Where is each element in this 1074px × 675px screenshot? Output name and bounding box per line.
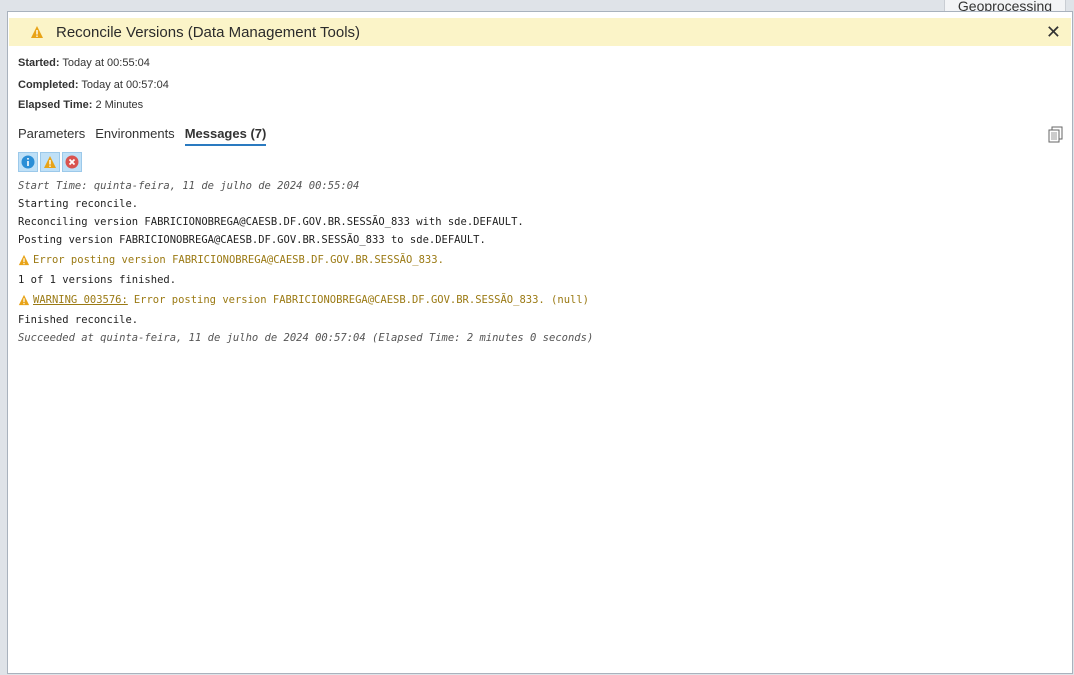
tab-parameters[interactable]: Parameters <box>18 126 85 146</box>
warning-code-link[interactable]: WARNING 003576: <box>33 291 128 309</box>
tab-messages[interactable]: Messages (7) <box>184 126 267 146</box>
dialog-header: Reconcile Versions (Data Management Tool… <box>9 18 1071 46</box>
warning-icon <box>31 26 43 38</box>
dialog-tabs: Parameters Environments Messages (7) <box>18 126 267 146</box>
close-button[interactable]: ✕ <box>1046 22 1061 42</box>
completed-row: Completed: Today at 00:57:04 <box>18 79 169 91</box>
warning-text: Error posting version FABRICIONOBREGA@CA… <box>133 294 589 306</box>
tab-environments[interactable]: Environments <box>95 126 174 146</box>
elapsed-value: 2 Minutes <box>95 99 144 111</box>
completed-label: Completed: <box>18 79 79 91</box>
filter-info-button[interactable] <box>18 152 38 172</box>
message-item: 1 of 1 versions finished. <box>18 274 177 286</box>
message-item: Posting version FABRICIONOBREGA@CAESB.DF… <box>18 234 486 246</box>
filter-warning-button[interactable] <box>40 152 60 172</box>
message-item: Reconciling version FABRICIONOBREGA@CAES… <box>18 216 524 228</box>
copy-icon[interactable] <box>1048 126 1064 144</box>
completed-value: Today at 00:57:04 <box>81 79 169 91</box>
message-filters <box>18 152 82 172</box>
message-item: Starting reconcile. <box>18 198 139 210</box>
elapsed-label: Elapsed Time: <box>18 99 93 111</box>
message-succeeded: Succeeded at quinta-feira, 11 de julho d… <box>18 332 594 344</box>
error-icon <box>65 155 79 169</box>
started-row: Started: Today at 00:55:04 <box>18 57 150 69</box>
warning-text: Error posting version FABRICIONOBREGA@CA… <box>33 254 444 266</box>
message-start-time: Start Time: quinta-feira, 11 de julho de… <box>18 180 360 192</box>
messages-list: Start Time: quinta-feira, 11 de julho de… <box>18 177 593 347</box>
filter-error-button[interactable] <box>62 152 82 172</box>
message-item: Finished reconcile. <box>18 314 139 326</box>
started-label: Started: <box>18 57 60 69</box>
warning-icon <box>18 294 30 306</box>
warning-message: WARNING 003576: Error posting version FA… <box>18 289 593 311</box>
started-value: Today at 00:55:04 <box>62 57 150 69</box>
warning-message: Error posting version FABRICIONOBREGA@CA… <box>18 249 593 271</box>
warning-icon <box>18 254 30 266</box>
warning-icon <box>44 156 56 168</box>
elapsed-row: Elapsed Time: 2 Minutes <box>18 99 143 111</box>
reconcile-dialog: Reconcile Versions (Data Management Tool… <box>7 11 1073 674</box>
info-icon <box>21 155 35 169</box>
dialog-title: Reconcile Versions (Data Management Tool… <box>56 23 361 41</box>
